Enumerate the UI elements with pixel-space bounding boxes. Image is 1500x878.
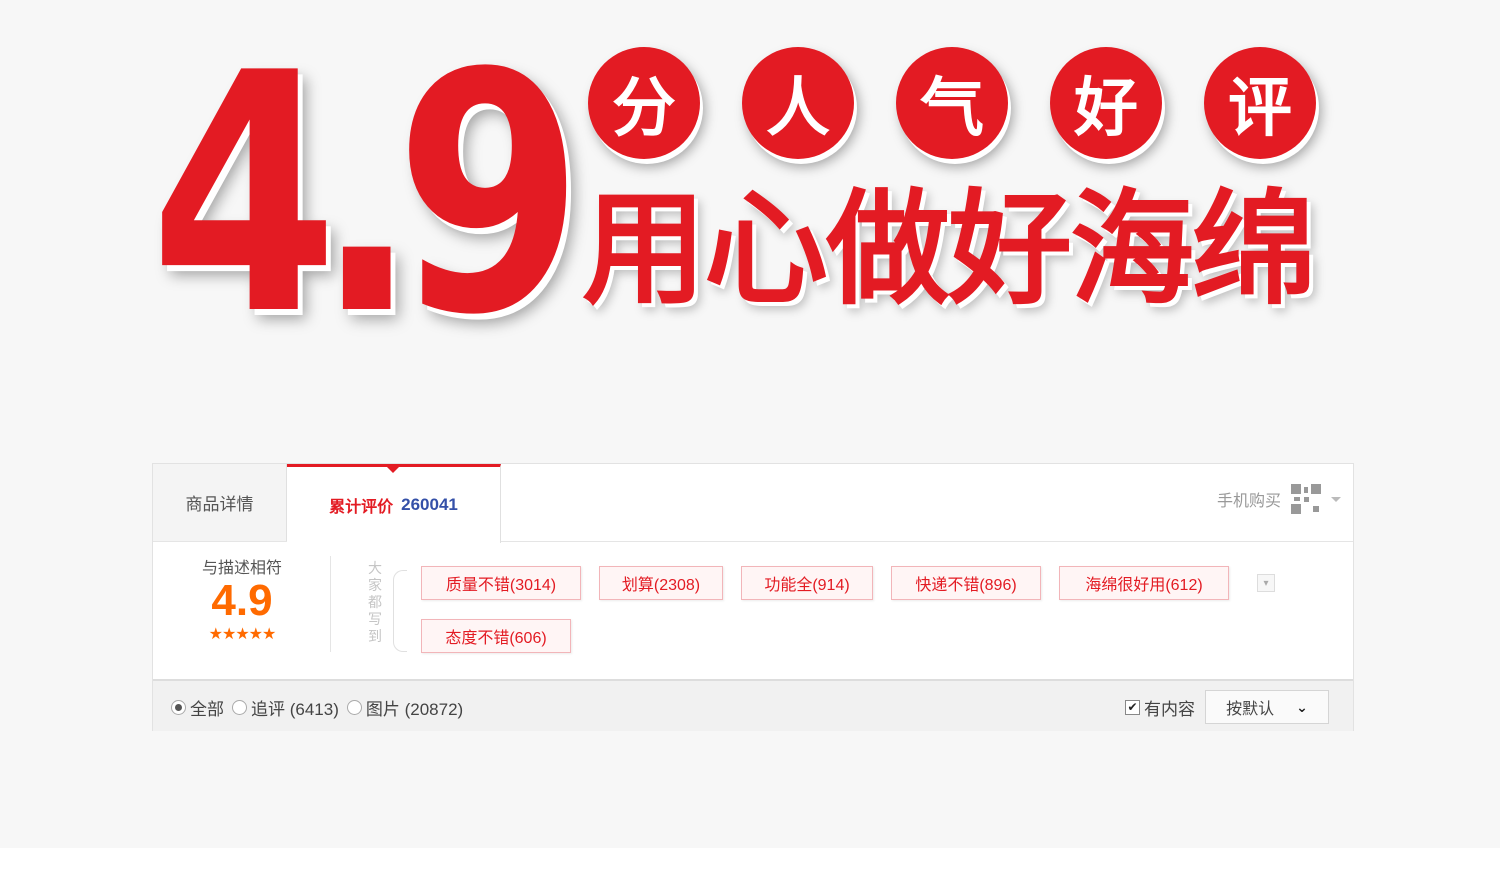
filter-images[interactable]: 图片 (20872) [346, 695, 464, 720]
radio-icon[interactable] [232, 700, 247, 715]
tab-label: 商品详情 [185, 495, 254, 514]
tab-label: 累计评价 [329, 499, 394, 516]
hero-score: 4.9 [150, 3, 583, 387]
product-detail-image: 4.9 分 人 气 好 评 用心做好海绵 商品详情 累计评价 260041 手机… [0, 0, 1500, 848]
review-widget: 商品详情 累计评价 260041 手机购买 与描述相符 4.9 ★★★★★ 大家… [152, 463, 1354, 731]
review-count: 260041 [401, 495, 458, 514]
circle-char: 评 [1204, 47, 1316, 159]
tab-cumulative-reviews[interactable]: 累计评价 260041 [287, 464, 501, 543]
expand-tags-chevron-icon[interactable]: ▾ [1257, 574, 1275, 592]
mobile-buy-link[interactable]: 手机购买 [1217, 484, 1341, 514]
active-tab-caret-icon [387, 467, 399, 473]
filter-label: 全部 [190, 700, 224, 719]
rating-summary: 与描述相符 4.9 ★★★★★ [153, 554, 331, 654]
rating-stars-icon: ★★★★★ [208, 626, 277, 643]
has-content-filter[interactable]: ✔ 有内容 [1125, 695, 1195, 720]
popularity-circles: 分 人 气 好 评 [588, 47, 1316, 159]
filter-followup[interactable]: 追评 (6413) [232, 695, 339, 720]
review-tag[interactable]: 划算(2308) [599, 566, 723, 600]
review-tag[interactable]: 态度不错(606) [421, 619, 571, 653]
filter-label: 追评 (6413) [251, 700, 339, 719]
circle-char: 人 [742, 47, 854, 159]
brace-decoration [393, 570, 407, 652]
hero-slogan: 用心做好海绵 [582, 178, 1316, 322]
tags-caption: 大家都写到 [368, 560, 382, 644]
checkbox-checked-icon[interactable]: ✔ [1125, 700, 1140, 715]
circle-char: 好 [1050, 47, 1162, 159]
filter-label: 图片 (20872) [365, 700, 464, 719]
filter-options: 全部 追评 (6413) 图片 (20872) [171, 695, 467, 720]
chevron-down-icon [1331, 496, 1341, 502]
mobile-buy-label: 手机购买 [1216, 493, 1281, 510]
tab-bar: 商品详情 累计评价 260041 手机购买 [153, 464, 1353, 543]
has-content-label: 有内容 [1144, 700, 1195, 719]
chevron-down-icon: ⌄ [1296, 698, 1308, 715]
radio-icon[interactable] [171, 700, 186, 715]
qr-code-icon [1291, 484, 1321, 514]
review-tag[interactable]: 质量不错(3014) [421, 566, 581, 600]
rating-value: 4.9 [211, 576, 273, 625]
divider [330, 556, 331, 652]
rating-title: 与描述相符 [201, 560, 282, 577]
sort-selected-value: 按默认 [1226, 701, 1275, 718]
review-filter-bar: 全部 追评 (6413) 图片 (20872) ✔ 有内容 按默认 ⌄ [153, 679, 1353, 731]
review-tag[interactable]: 海绵很好用(612) [1059, 566, 1229, 600]
radio-icon[interactable] [346, 700, 362, 715]
filter-all[interactable]: 全部 [171, 695, 224, 720]
review-tag[interactable]: 快递不错(896) [891, 566, 1041, 600]
tab-product-details[interactable]: 商品详情 [153, 464, 287, 541]
review-tag[interactable]: 功能全(914) [741, 566, 873, 600]
circle-char: 分 [588, 47, 700, 159]
circle-char: 气 [896, 47, 1008, 159]
sort-dropdown[interactable]: 按默认 ⌄ [1205, 690, 1329, 724]
